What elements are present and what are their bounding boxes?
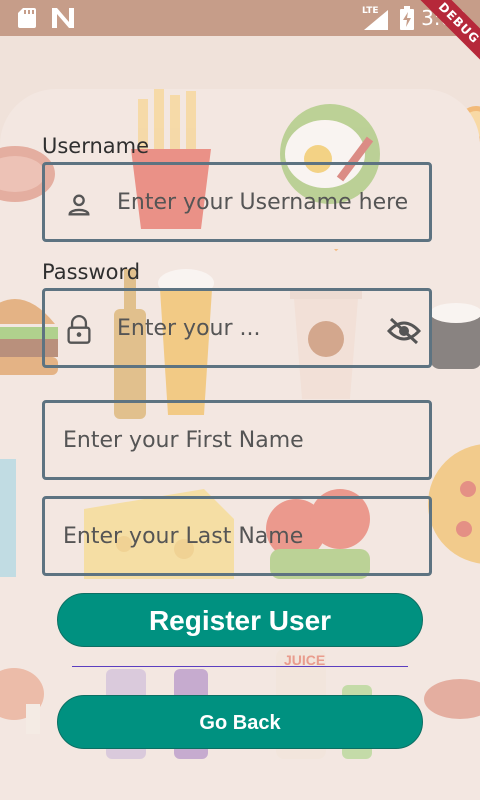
- status-bar: LTE 3:03: [0, 0, 480, 36]
- password-label: Password: [42, 260, 141, 284]
- go-back-button[interactable]: Go Back: [57, 695, 423, 749]
- sd-card-icon: [18, 8, 36, 28]
- divider-line: [72, 666, 408, 667]
- password-input[interactable]: [115, 291, 379, 365]
- last-name-input[interactable]: [61, 499, 425, 573]
- lock-icon: [67, 315, 91, 344]
- glass-icon: [0, 459, 16, 577]
- signal-icon: [364, 10, 388, 30]
- username-label: Username: [42, 134, 150, 158]
- eye-off-icon[interactable]: [387, 317, 421, 345]
- person-icon: [68, 194, 90, 216]
- first-name-field[interactable]: [42, 400, 432, 480]
- n-logo-icon: [52, 8, 74, 28]
- battery-charging-icon: [400, 6, 414, 30]
- username-input[interactable]: [115, 165, 429, 239]
- last-name-field[interactable]: [42, 496, 432, 576]
- username-field[interactable]: [42, 162, 432, 242]
- sushi-icon: [430, 303, 480, 369]
- drumstick-icon: [0, 668, 44, 734]
- password-field[interactable]: [42, 288, 432, 368]
- first-name-input[interactable]: [61, 403, 425, 477]
- register-user-button[interactable]: Register User: [57, 593, 423, 647]
- pizza-icon: [428, 444, 480, 564]
- sausage-right-icon: [424, 679, 480, 719]
